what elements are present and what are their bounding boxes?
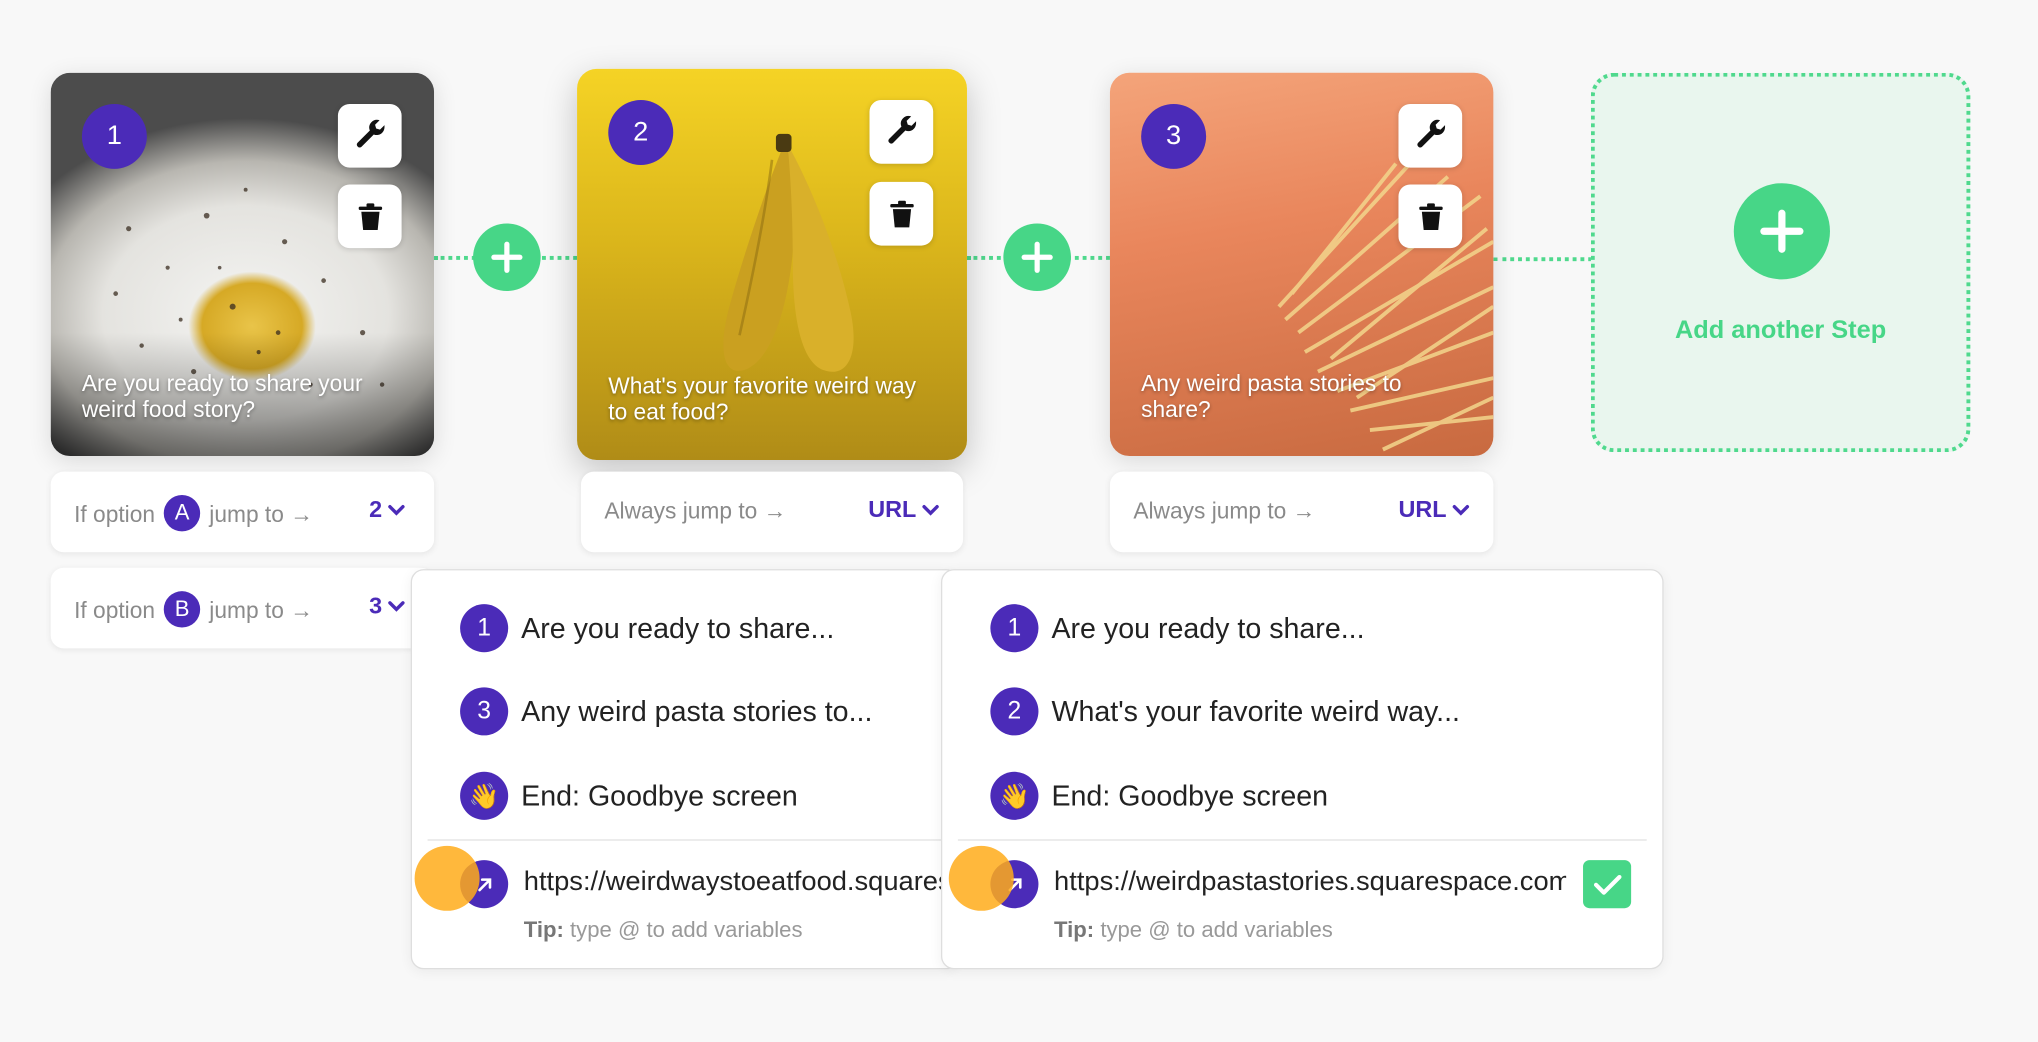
insert-step-button[interactable] <box>1003 223 1071 292</box>
option-label: End: Goodbye screen <box>521 778 798 812</box>
divider <box>957 839 1647 841</box>
wave-emoji: 👋 <box>990 771 1039 820</box>
delete-step-button[interactable] <box>337 184 402 249</box>
branch-rule-option-b[interactable]: If option B jump to → 3 <box>50 567 435 649</box>
step-title: What's your favorite weird way to eat fo… <box>608 372 916 425</box>
rule-prefix: If option <box>74 597 156 624</box>
cursor-highlight <box>414 845 480 911</box>
step-number-badge: 1 <box>990 604 1039 653</box>
dropdown-option[interactable]: 2 What's your favorite weird way... <box>990 687 1461 736</box>
divider <box>427 839 943 841</box>
edit-step-button[interactable] <box>1398 103 1463 168</box>
check-icon <box>1593 874 1621 895</box>
step-card-1[interactable]: 1 Are you ready to share your weird food… <box>50 72 435 457</box>
trash-icon <box>358 202 382 230</box>
jump-rule-step-2[interactable]: Always jump to → URL <box>580 471 964 553</box>
jump-target-select[interactable]: 3 <box>369 592 405 619</box>
url-input[interactable]: https://weirdwaystoeatfood.squarespace.c… <box>524 867 958 898</box>
jump-rule-step-3[interactable]: Always jump to → URL <box>1109 471 1494 553</box>
add-step-card[interactable]: Add another Step <box>1590 72 1971 453</box>
dropdown-option[interactable]: 1 Are you ready to share... <box>460 604 835 653</box>
option-label: Are you ready to share... <box>521 611 835 644</box>
insert-step-button[interactable] <box>473 223 541 292</box>
option-label: What's your favorite weird way... <box>1051 694 1461 727</box>
plus-icon <box>1760 209 1804 253</box>
dropdown-option[interactable]: 👋 End: Goodbye screen <box>460 771 798 820</box>
trash-icon <box>1418 202 1443 230</box>
wrench-icon <box>1416 119 1445 147</box>
delete-step-button[interactable] <box>1398 184 1463 249</box>
wrench-icon <box>887 115 916 143</box>
wave-emoji: 👋 <box>460 771 509 820</box>
rule-suffix: jump to → <box>209 597 313 624</box>
chevron-down-icon <box>922 504 939 515</box>
edit-step-button[interactable] <box>337 103 402 168</box>
connector-line <box>1493 257 1593 262</box>
rule-prefix: If option <box>74 501 156 528</box>
step-card-2[interactable]: 2 What's your favorite weird way to eat … <box>577 68 967 460</box>
url-input-row: https://weirdwaystoeatfood.squarespace.c… <box>412 843 958 921</box>
wrench-icon <box>356 119 384 147</box>
edit-step-button[interactable] <box>869 100 934 164</box>
option-label: Any weird pasta stories to... <box>521 694 873 727</box>
rule-label: Always jump to → <box>1133 497 1316 524</box>
option-label: Are you ready to share... <box>1051 611 1365 644</box>
step-card-3[interactable]: 3 Any weird pasta stories to share? <box>1109 72 1494 457</box>
jump-target-dropdown-step-3: 1 Are you ready to share... 2 What's you… <box>940 569 1664 970</box>
step-number-badge: 2 <box>608 100 674 166</box>
add-step-label: Add another Step <box>1674 315 1887 345</box>
confirm-url-button[interactable] <box>1583 860 1632 909</box>
chevron-down-icon <box>388 504 405 515</box>
rule-suffix: jump to → <box>209 501 313 528</box>
tip-text: Tip: type @ to add variables <box>1054 917 1333 942</box>
rule-label: Always jump to → <box>604 497 787 524</box>
option-label: End: Goodbye screen <box>1051 778 1329 812</box>
jump-target-select[interactable]: 2 <box>369 496 405 523</box>
url-input-row: https://weirdpastastories.squarespace.co… <box>942 843 1662 921</box>
tip-text: Tip: type @ to add variables <box>523 917 803 942</box>
option-badge: A <box>163 495 201 532</box>
cursor-highlight <box>948 845 1014 911</box>
step-number-badge: 1 <box>81 103 147 169</box>
step-number-badge: 1 <box>460 604 509 653</box>
flow-canvas: 1 Are you ready to share your weird food… <box>0 0 2038 1042</box>
jump-target-dropdown-step-2: 1 Are you ready to share... 3 Any weird … <box>410 569 960 970</box>
plus-icon <box>491 241 523 273</box>
plus-icon <box>1021 241 1053 273</box>
url-input[interactable]: https://weirdpastastories.squarespace.co… <box>1054 867 1566 898</box>
branch-rule-option-a[interactable]: If option A jump to → 2 <box>50 471 435 553</box>
dropdown-option[interactable]: 3 Any weird pasta stories to... <box>460 687 873 736</box>
delete-step-button[interactable] <box>869 181 934 246</box>
dropdown-option[interactable]: 1 Are you ready to share... <box>990 604 1365 653</box>
step-number-badge: 3 <box>1141 103 1207 169</box>
chevron-down-icon <box>388 600 405 612</box>
step-title: Any weird pasta stories to share? <box>1141 370 1402 423</box>
trash-icon <box>889 200 914 227</box>
option-badge: B <box>163 591 201 628</box>
dropdown-option[interactable]: 👋 End: Goodbye screen <box>990 771 1329 820</box>
step-number-badge: 3 <box>460 687 509 736</box>
add-step-plus-button[interactable] <box>1733 183 1830 280</box>
step-title: Are you ready to share your weird food s… <box>81 370 363 423</box>
step-number-badge: 2 <box>990 687 1039 736</box>
chevron-down-icon <box>1452 504 1470 515</box>
jump-target-select[interactable]: URL <box>1398 496 1470 523</box>
jump-target-select[interactable]: URL <box>868 496 939 523</box>
